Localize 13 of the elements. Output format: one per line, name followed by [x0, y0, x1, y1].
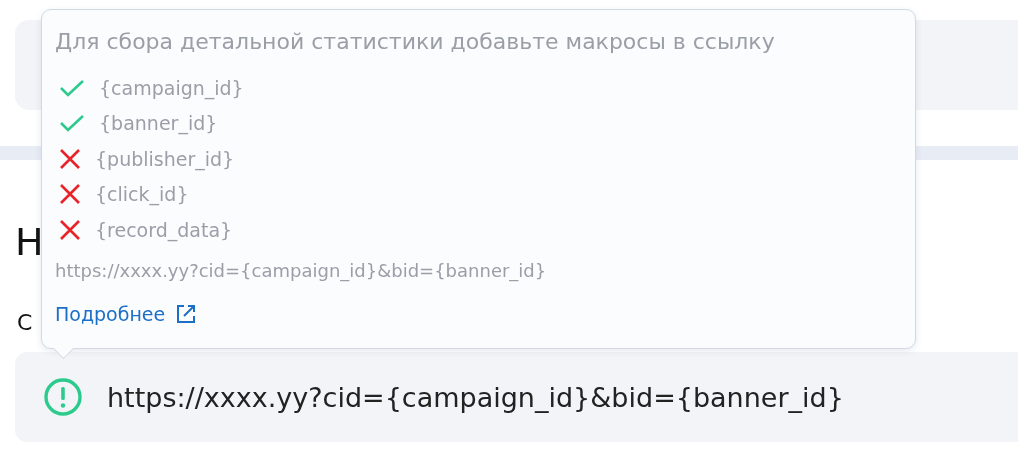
- macro-name: {click_id}: [95, 183, 189, 206]
- section-heading: Н: [15, 219, 44, 266]
- url-field[interactable]: https://xxxx.yy?cid={campaign_id}&bid={banner_id}: [15, 352, 1018, 442]
- tooltip-title: Для сбора детальной статистики добавьте макросы в ссылку: [55, 28, 776, 56]
- macro-name: {campaign_id}: [99, 76, 244, 99]
- macro-name: {banner_id}: [99, 112, 218, 135]
- macro-name: {publisher_id}: [95, 147, 235, 170]
- example-url: https://xxxx.yy?cid={campaign_id}&bid={banner_id}: [55, 259, 548, 281]
- macro-name: {record_data}: [95, 218, 233, 241]
- more-link[interactable]: Подробнее: [55, 302, 198, 325]
- field-label: С: [17, 309, 33, 337]
- warning-icon: [43, 377, 83, 417]
- external-link-icon: [175, 302, 198, 325]
